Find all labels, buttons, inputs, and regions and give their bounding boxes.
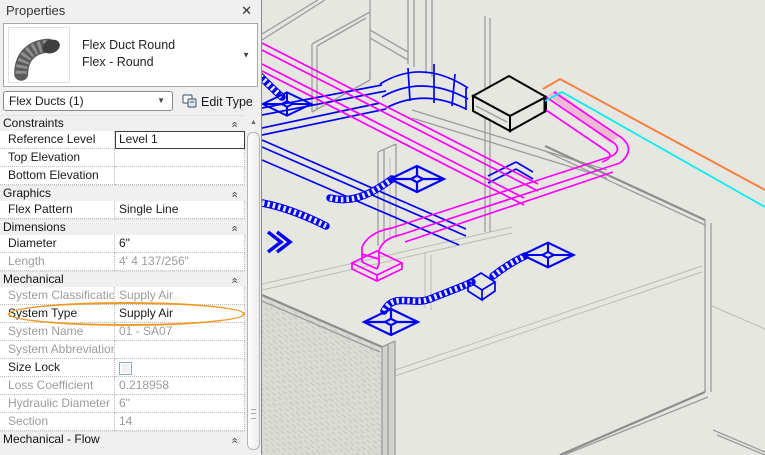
prop-value-size-lock[interactable] [115,359,245,377]
scrollbar[interactable]: ▲ [246,115,261,455]
scroll-up-icon[interactable]: ▲ [246,115,261,130]
property-grid: Constraints « Reference Level Level 1 Top El… [0,115,245,447]
prop-value-section: 14 [115,413,245,431]
section-label: Mechanical - Flow [3,432,100,446]
prop-value-flex-pattern[interactable]: Single Line [115,201,245,219]
scrollbar-thumb[interactable] [247,132,260,450]
prop-value-reference-level[interactable]: Level 1 [115,131,245,149]
prop-value-system-classification: Supply Air [115,287,245,305]
palette-title: Properties [6,3,66,18]
prop-value-bottom-elevation[interactable] [115,167,245,185]
type-selector[interactable]: Flex Duct Round Flex - Round ▼ [3,23,258,87]
palette-titlebar[interactable]: Properties ✕ [0,0,261,22]
chevron-down-icon[interactable]: ▼ [242,51,250,60]
prop-value-top-elevation[interactable] [115,149,245,167]
section-label: Graphics [3,186,52,200]
3d-view[interactable] [262,0,765,455]
prop-row-system-abbreviation: System Abbreviation [0,341,245,359]
prop-row-length: Length 4' 4 137/256" [0,253,245,271]
prop-row-system-name: System Name 01 - SA07 [0,323,245,341]
prop-label: Flex Pattern [0,201,115,219]
prop-value-hydraulic-diameter: 6" [115,395,245,413]
selection-filter-combo[interactable]: Flex Ducts (1) ▼ [3,91,173,111]
edit-type-icon [182,93,197,111]
prop-label: Size Lock [0,359,115,377]
prop-row-section: Section 14 [0,413,245,431]
section-header-constraints[interactable]: Constraints « [0,115,245,131]
section-header-graphics[interactable]: Graphics « [0,185,245,201]
prop-label: System Abbreviation [0,341,115,359]
prop-row-bottom-elevation: Bottom Elevation [0,167,245,185]
prop-row-hydraulic-diameter: Hydraulic Diameter 6" [0,395,245,413]
prop-label: System Type [0,305,115,323]
type-name: Flex - Round [82,55,154,69]
prop-row-top-elevation: Top Elevation [0,149,245,167]
edit-type-button[interactable]: Edit Type [180,91,255,112]
prop-label: System Name [0,323,115,341]
collapse-chevron-icon[interactable]: « [226,277,241,283]
prop-label: System Classification [0,287,115,305]
section-label: Mechanical [3,272,64,286]
chevron-down-icon: ▼ [157,96,165,105]
section-header-mechanical[interactable]: Mechanical « [0,271,245,287]
close-icon[interactable]: ✕ [241,0,252,22]
scrollbar-grip [251,409,256,419]
prop-label: Loss Coefficient [0,377,115,395]
section-header-mechanical-flow[interactable]: Mechanical - Flow « [0,431,245,447]
prop-label: Section [0,413,115,431]
property-grid-wrap: Constraints « Reference Level Level 1 Top El… [0,115,262,455]
prop-value-system-name: 01 - SA07 [115,323,245,341]
properties-palette: Properties ✕ Flex Duct Round Flex - Roun… [0,0,262,455]
prop-label: Hydraulic Diameter [0,395,115,413]
collapse-chevron-icon[interactable]: « [226,191,241,197]
section-header-dimensions[interactable]: Dimensions « [0,219,245,235]
prop-label: Top Elevation [0,149,115,167]
type-thumbnail [8,27,70,83]
revit-workspace: Properties ✕ Flex Duct Round Flex - Roun… [0,0,765,455]
selection-filter-value: Flex Ducts (1) [9,94,84,108]
collapse-chevron-icon[interactable]: « [226,437,241,443]
edit-type-label: Edit Type [201,94,253,109]
prop-label: Reference Level [0,131,115,149]
prop-row-diameter: Diameter 6" [0,235,245,253]
prop-label: Length [0,253,115,271]
prop-label: Bottom Elevation [0,167,115,185]
prop-row-flex-pattern: Flex Pattern Single Line [0,201,245,219]
prop-row-size-lock: Size Lock [0,359,245,377]
flex-duct-elbow-image [14,38,60,81]
prop-row-reference-level: Reference Level Level 1 [0,131,245,149]
collapse-chevron-icon[interactable]: « [226,225,241,231]
prop-row-loss-coefficient: Loss Coefficient 0.218958 [0,377,245,395]
family-name: Flex Duct Round [82,38,176,52]
prop-label: Diameter [0,235,115,253]
section-label: Constraints [3,116,64,130]
section-label: Dimensions [3,220,66,234]
prop-value-loss-coefficient: 0.218958 [115,377,245,395]
prop-row-system-classification: System Classification Supply Air [0,287,245,305]
prop-value-system-type[interactable]: Supply Air [115,305,245,323]
prop-value-length: 4' 4 137/256" [115,253,245,271]
prop-value-system-abbreviation [115,341,245,359]
prop-row-system-type: System Type Supply Air [0,302,245,326]
size-lock-checkbox[interactable] [119,362,132,375]
collapse-chevron-icon[interactable]: « [226,121,241,127]
prop-value-diameter[interactable]: 6" [115,235,245,253]
